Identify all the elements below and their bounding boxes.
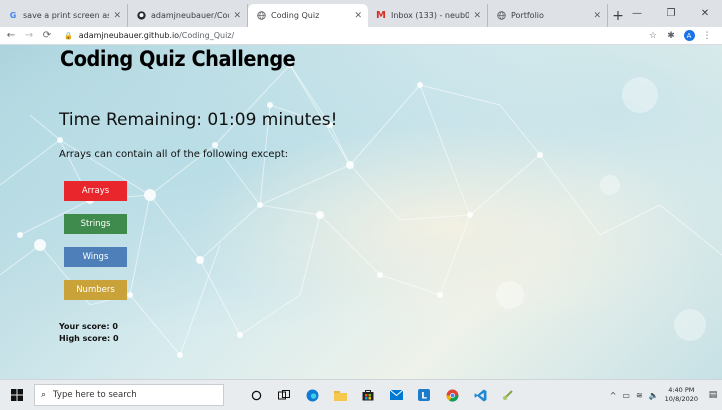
close-icon[interactable]: ✕: [113, 11, 121, 21]
close-icon[interactable]: ✕: [233, 11, 241, 21]
toolbar-actions: ☆ ✱ A ⋮: [644, 27, 716, 44]
globe-icon: [256, 11, 266, 21]
minimize-icon[interactable]: —: [620, 0, 654, 27]
taskbar-search-input[interactable]: ⌕ Type here to search: [34, 384, 224, 406]
system-tray: ^ ▭ ≋ 🔈 4:40 PM 10/8/2020 ▤: [610, 380, 722, 410]
url-field[interactable]: 🔒 adamjneubauer.github.io/Coding_Quiz/: [64, 31, 234, 40]
bookmark-star-icon[interactable]: ☆: [644, 27, 662, 44]
close-window-icon[interactable]: ✕: [688, 0, 722, 27]
taskbar-search-placeholder: Type here to search: [53, 390, 137, 400]
search-icon: ⌕: [41, 390, 47, 400]
file-explorer-icon[interactable]: [326, 380, 354, 410]
edge-icon[interactable]: [298, 380, 326, 410]
clock-date: 10/8/2020: [664, 395, 698, 403]
timer-text: Time Remaining: 01:09 minutes!: [59, 110, 338, 130]
tab-inbox[interactable]: M Inbox (133) - neub0099@u ✕: [368, 4, 488, 27]
answer-button-numbers[interactable]: Numbers: [64, 280, 127, 300]
tab-label: Inbox (133) - neub0099@u: [391, 11, 470, 20]
tab-github-repo[interactable]: adamjneubauer/Coding_Quiz ✕: [128, 4, 248, 27]
url-path: /Coding_Quiz/: [179, 31, 235, 40]
back-icon[interactable]: ←: [4, 27, 18, 44]
page-title: Coding Quiz Challenge: [60, 47, 296, 71]
reload-icon[interactable]: ⟳: [40, 27, 54, 44]
answer-button-arrays[interactable]: Arrays: [64, 181, 127, 201]
tab-portfolio[interactable]: Portfolio ✕: [488, 4, 608, 27]
url-host: adamjneubauer.github.io: [78, 31, 180, 40]
extensions-icon[interactable]: ✱: [662, 27, 680, 44]
teams-icon[interactable]: L: [410, 380, 438, 410]
tab-label: Portfolio: [511, 11, 544, 20]
browser-tab-bar: G save a print screen as a pdf ✕ adamjne…: [0, 0, 722, 27]
profile-initial: A: [683, 30, 695, 41]
github-icon: [136, 11, 146, 21]
store-icon[interactable]: [354, 380, 382, 410]
profile-avatar[interactable]: A: [680, 27, 698, 44]
forward-icon[interactable]: →: [22, 27, 36, 44]
notifications-icon[interactable]: ▤: [706, 380, 720, 410]
close-icon[interactable]: ✕: [473, 11, 481, 21]
vscode-icon[interactable]: [466, 380, 494, 410]
high-score: High score: 0: [59, 334, 119, 343]
tab-label: save a print screen as a pdf: [23, 11, 110, 20]
menu-icon[interactable]: ⋮: [698, 27, 716, 44]
tab-print-screen-search[interactable]: G save a print screen as a pdf ✕: [0, 4, 128, 27]
score-panel: Your score: 0 High score: 0: [59, 321, 119, 345]
close-icon[interactable]: ✕: [354, 11, 362, 21]
mail-icon[interactable]: [382, 380, 410, 410]
maximize-icon[interactable]: ❐: [654, 0, 688, 27]
answer-button-strings[interactable]: Strings: [64, 214, 127, 234]
volume-icon[interactable]: 🔈: [649, 391, 659, 400]
cortana-icon[interactable]: [242, 380, 270, 410]
address-bar: ← → ⟳ 🔒 adamjneubauer.github.io/Coding_Q…: [0, 27, 722, 45]
windows-taskbar: ⌕ Type here to search L ^ ▭ ≋ 🔈 4:40 PM …: [0, 379, 722, 410]
close-icon[interactable]: ✕: [593, 11, 601, 21]
svg-text:L: L: [421, 392, 427, 402]
window-controls: — ❐ ✕: [620, 0, 722, 27]
tab-label: adamjneubauer/Coding_Quiz: [151, 11, 229, 20]
quiz-container: Coding Quiz Challenge Time Remaining: 01…: [0, 45, 722, 379]
lock-icon: 🔒: [64, 31, 73, 40]
google-icon: G: [9, 11, 17, 20]
other-app-icon[interactable]: [494, 380, 522, 410]
windows-start-icon[interactable]: [0, 380, 34, 410]
battery-icon[interactable]: ▭: [622, 391, 630, 400]
gmail-icon: M: [376, 10, 386, 21]
chrome-icon[interactable]: [438, 380, 466, 410]
question-text: Arrays can contain all of the following …: [59, 149, 289, 160]
page-viewport: Coding Quiz Challenge Time Remaining: 01…: [0, 45, 722, 379]
tab-label: Coding Quiz: [271, 11, 320, 20]
chevron-up-icon[interactable]: ^: [610, 391, 617, 400]
taskbar-apps: L: [242, 380, 522, 410]
wifi-icon[interactable]: ≋: [636, 391, 643, 400]
current-score: Your score: 0: [59, 322, 118, 331]
globe-icon: [496, 11, 506, 21]
tab-coding-quiz[interactable]: Coding Quiz ✕: [248, 4, 368, 27]
task-view-icon[interactable]: [270, 380, 298, 410]
answer-button-wings[interactable]: Wings: [64, 247, 127, 267]
taskbar-clock[interactable]: 4:40 PM 10/8/2020: [665, 386, 698, 404]
clock-time: 4:40 PM: [668, 386, 695, 394]
